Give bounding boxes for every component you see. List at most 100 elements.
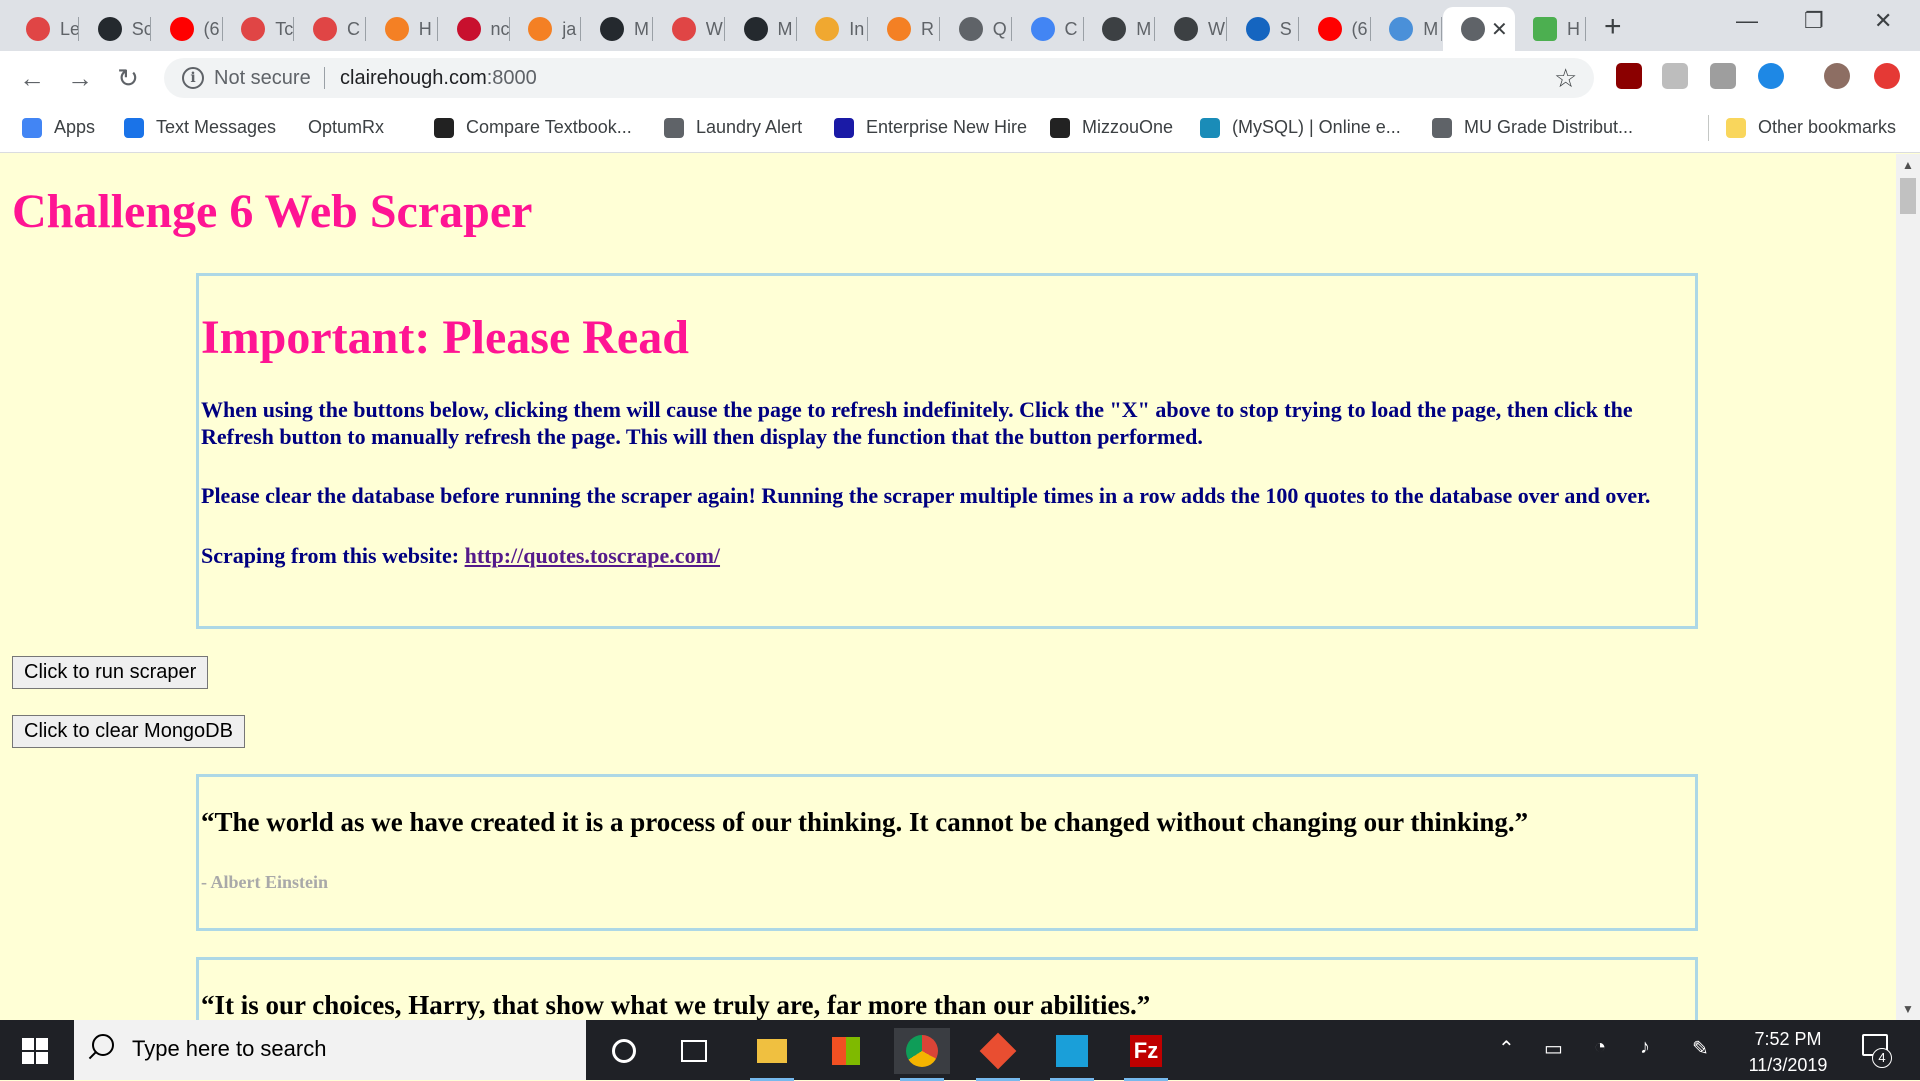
- close-window-button[interactable]: ✕: [1874, 8, 1892, 34]
- page-content: Challenge 6 Web Scraper Important: Pleas…: [0, 154, 1896, 1020]
- tab[interactable]: C: [295, 7, 366, 51]
- cast-icon[interactable]: [1710, 63, 1736, 89]
- tab-label: C: [1064, 18, 1078, 39]
- tab[interactable]: W: [1156, 7, 1227, 51]
- windows-start-icon[interactable]: [22, 1038, 48, 1064]
- battery-icon[interactable]: ▭: [1544, 1036, 1563, 1061]
- cortana-icon: [612, 1039, 636, 1063]
- taskbar-search[interactable]: Type here to search: [74, 1020, 586, 1080]
- notice-box: Important: Please Read When using the bu…: [196, 273, 1698, 629]
- tab[interactable]: M: [1084, 7, 1156, 51]
- apps-grid-icon: [22, 117, 42, 138]
- clear-mongodb-button[interactable]: Click to clear MongoDB: [12, 715, 245, 748]
- ublock-extension-icon[interactable]: [1616, 63, 1642, 89]
- tab-label: R: [921, 18, 934, 39]
- tab[interactable]: In: [797, 7, 869, 51]
- git-button[interactable]: [970, 1028, 1026, 1081]
- url-port: :8000: [486, 67, 537, 89]
- tab-label: (6: [1351, 18, 1368, 39]
- minimize-button[interactable]: —: [1736, 8, 1758, 34]
- tab-label: Sc: [131, 18, 150, 39]
- file-explorer-button[interactable]: [744, 1028, 800, 1081]
- url-text[interactable]: clairehough.com:8000: [340, 67, 537, 90]
- tab-label: M: [1136, 18, 1152, 39]
- tab[interactable]: Q: [941, 7, 1012, 51]
- tab-label: M: [777, 18, 793, 39]
- info-icon[interactable]: i: [182, 67, 204, 89]
- volume-icon[interactable]: ♪: [1640, 1036, 1650, 1059]
- kaggle-icon: [1389, 17, 1414, 41]
- bookmark-label: MizzouOne: [1082, 117, 1174, 137]
- tab[interactable]: M: [1371, 7, 1443, 51]
- close-tab-icon[interactable]: ✕: [1491, 17, 1508, 42]
- tab-label: M: [1423, 18, 1439, 39]
- app-button[interactable]: [1044, 1028, 1100, 1081]
- back-button[interactable]: ←: [16, 63, 48, 94]
- tab[interactable]: (6: [1300, 7, 1371, 51]
- task-view-button[interactable]: [666, 1028, 722, 1074]
- update-icon[interactable]: [1874, 63, 1900, 89]
- tab-label: In: [849, 18, 865, 39]
- tab[interactable]: ja: [510, 7, 582, 51]
- page-scrollbar[interactable]: ▲ ▼: [1896, 154, 1920, 1020]
- tab[interactable]: S: [1228, 7, 1299, 51]
- page-title: Challenge 6 Web Scraper: [12, 185, 533, 238]
- wifi-icon[interactable]: ◔: [1594, 1036, 1606, 1059]
- address-bar[interactable]: i Not secure clairehough.com:8000 ☆: [164, 58, 1594, 98]
- tab[interactable]: nc: [439, 7, 510, 51]
- bookmark-item[interactable]: Laundry Alert: [664, 117, 802, 138]
- tab[interactable]: Le: [8, 7, 79, 51]
- tab-label: ja: [562, 18, 577, 39]
- filezilla-button[interactable]: Fz: [1118, 1028, 1174, 1081]
- tab[interactable]: M: [582, 7, 653, 51]
- security-label: Not secure: [214, 67, 311, 89]
- bookmark-label: OptumRx: [308, 117, 385, 137]
- file-explorer-icon: [757, 1039, 787, 1063]
- bookmark-item[interactable]: OptumRx: [308, 117, 384, 138]
- scroll-thumb[interactable]: [1900, 178, 1916, 214]
- tab[interactable]: W: [654, 7, 725, 51]
- bookmark-label: (MySQL) | Online e...: [1232, 117, 1401, 137]
- bookmark-item[interactable]: Enterprise New Hire: [834, 117, 1027, 138]
- cortana-button[interactable]: [596, 1028, 652, 1074]
- bookmark-star-icon[interactable]: ☆: [1554, 63, 1577, 94]
- run-scraper-button[interactable]: Click to run scraper: [12, 656, 209, 689]
- source-link[interactable]: http://quotes.toscrape.com/: [465, 543, 720, 568]
- bookmark-item[interactable]: Text Messages: [124, 117, 276, 138]
- restore-button[interactable]: ❐: [1804, 8, 1824, 34]
- extension-circle-icon[interactable]: [1758, 63, 1784, 89]
- pen-icon[interactable]: ✎: [1692, 1036, 1709, 1061]
- forward-button[interactable]: →: [64, 63, 96, 94]
- tab[interactable]: Tc: [223, 7, 295, 51]
- tab-label: S: [1279, 18, 1292, 39]
- gear-red-icon: [26, 17, 50, 41]
- bookmark-item[interactable]: MizzouOne: [1050, 117, 1173, 138]
- show-hidden-icons-icon[interactable]: ⌃: [1498, 1036, 1515, 1061]
- tab-label: Tc: [275, 18, 294, 39]
- youtube-icon: [169, 17, 194, 41]
- tab[interactable]: M: [726, 7, 797, 51]
- python-icon: [1174, 17, 1198, 41]
- other-bookmarks[interactable]: Other bookmarks: [1726, 117, 1896, 138]
- taskbar-clock[interactable]: 7:52 PM 11/3/2019: [1728, 1026, 1848, 1078]
- tab-last[interactable]: H: [1515, 7, 1586, 51]
- tab-active[interactable]: ✕: [1443, 7, 1515, 51]
- tab[interactable]: Sc: [80, 7, 151, 51]
- tab[interactable]: R: [869, 7, 940, 51]
- extension-icon[interactable]: [1662, 63, 1688, 89]
- bookmark-item[interactable]: Compare Textbook...: [434, 117, 632, 138]
- bookmark-item[interactable]: MU Grade Distribut...: [1432, 117, 1633, 138]
- scroll-down-icon[interactable]: ▼: [1902, 1002, 1914, 1016]
- microsoft-store-button[interactable]: [818, 1028, 874, 1074]
- tab[interactable]: (6: [152, 7, 223, 51]
- bookmark-item[interactable]: Apps: [22, 117, 95, 138]
- reload-button[interactable]: ↻: [112, 63, 144, 94]
- bookmark-label: Compare Textbook...: [466, 117, 632, 137]
- tab[interactable]: C: [1013, 7, 1084, 51]
- tab[interactable]: H: [367, 7, 438, 51]
- new-tab-button[interactable]: +: [1604, 10, 1622, 44]
- bookmark-item[interactable]: (MySQL) | Online e...: [1200, 117, 1401, 138]
- scroll-up-icon[interactable]: ▲: [1902, 158, 1914, 172]
- profile-avatar[interactable]: [1824, 63, 1850, 89]
- chrome-button[interactable]: [894, 1028, 950, 1081]
